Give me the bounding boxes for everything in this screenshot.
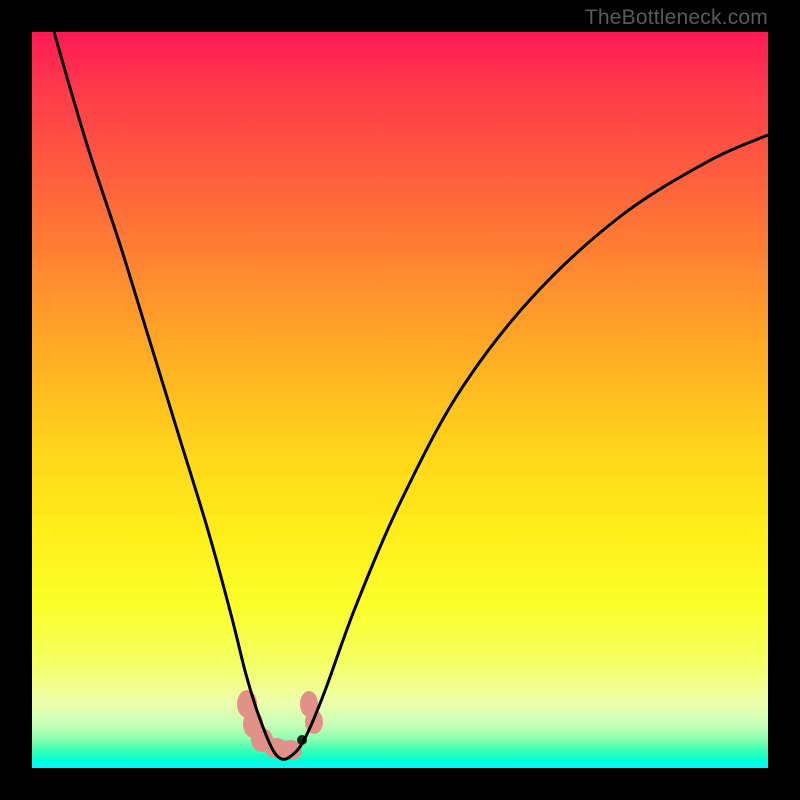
bottleneck-curve xyxy=(54,32,768,759)
attribution-text: TheBottleneck.com xyxy=(585,6,768,30)
plot-area xyxy=(32,32,768,768)
curve-layer xyxy=(32,32,768,768)
chart-frame: TheBottleneck.com xyxy=(0,0,800,800)
